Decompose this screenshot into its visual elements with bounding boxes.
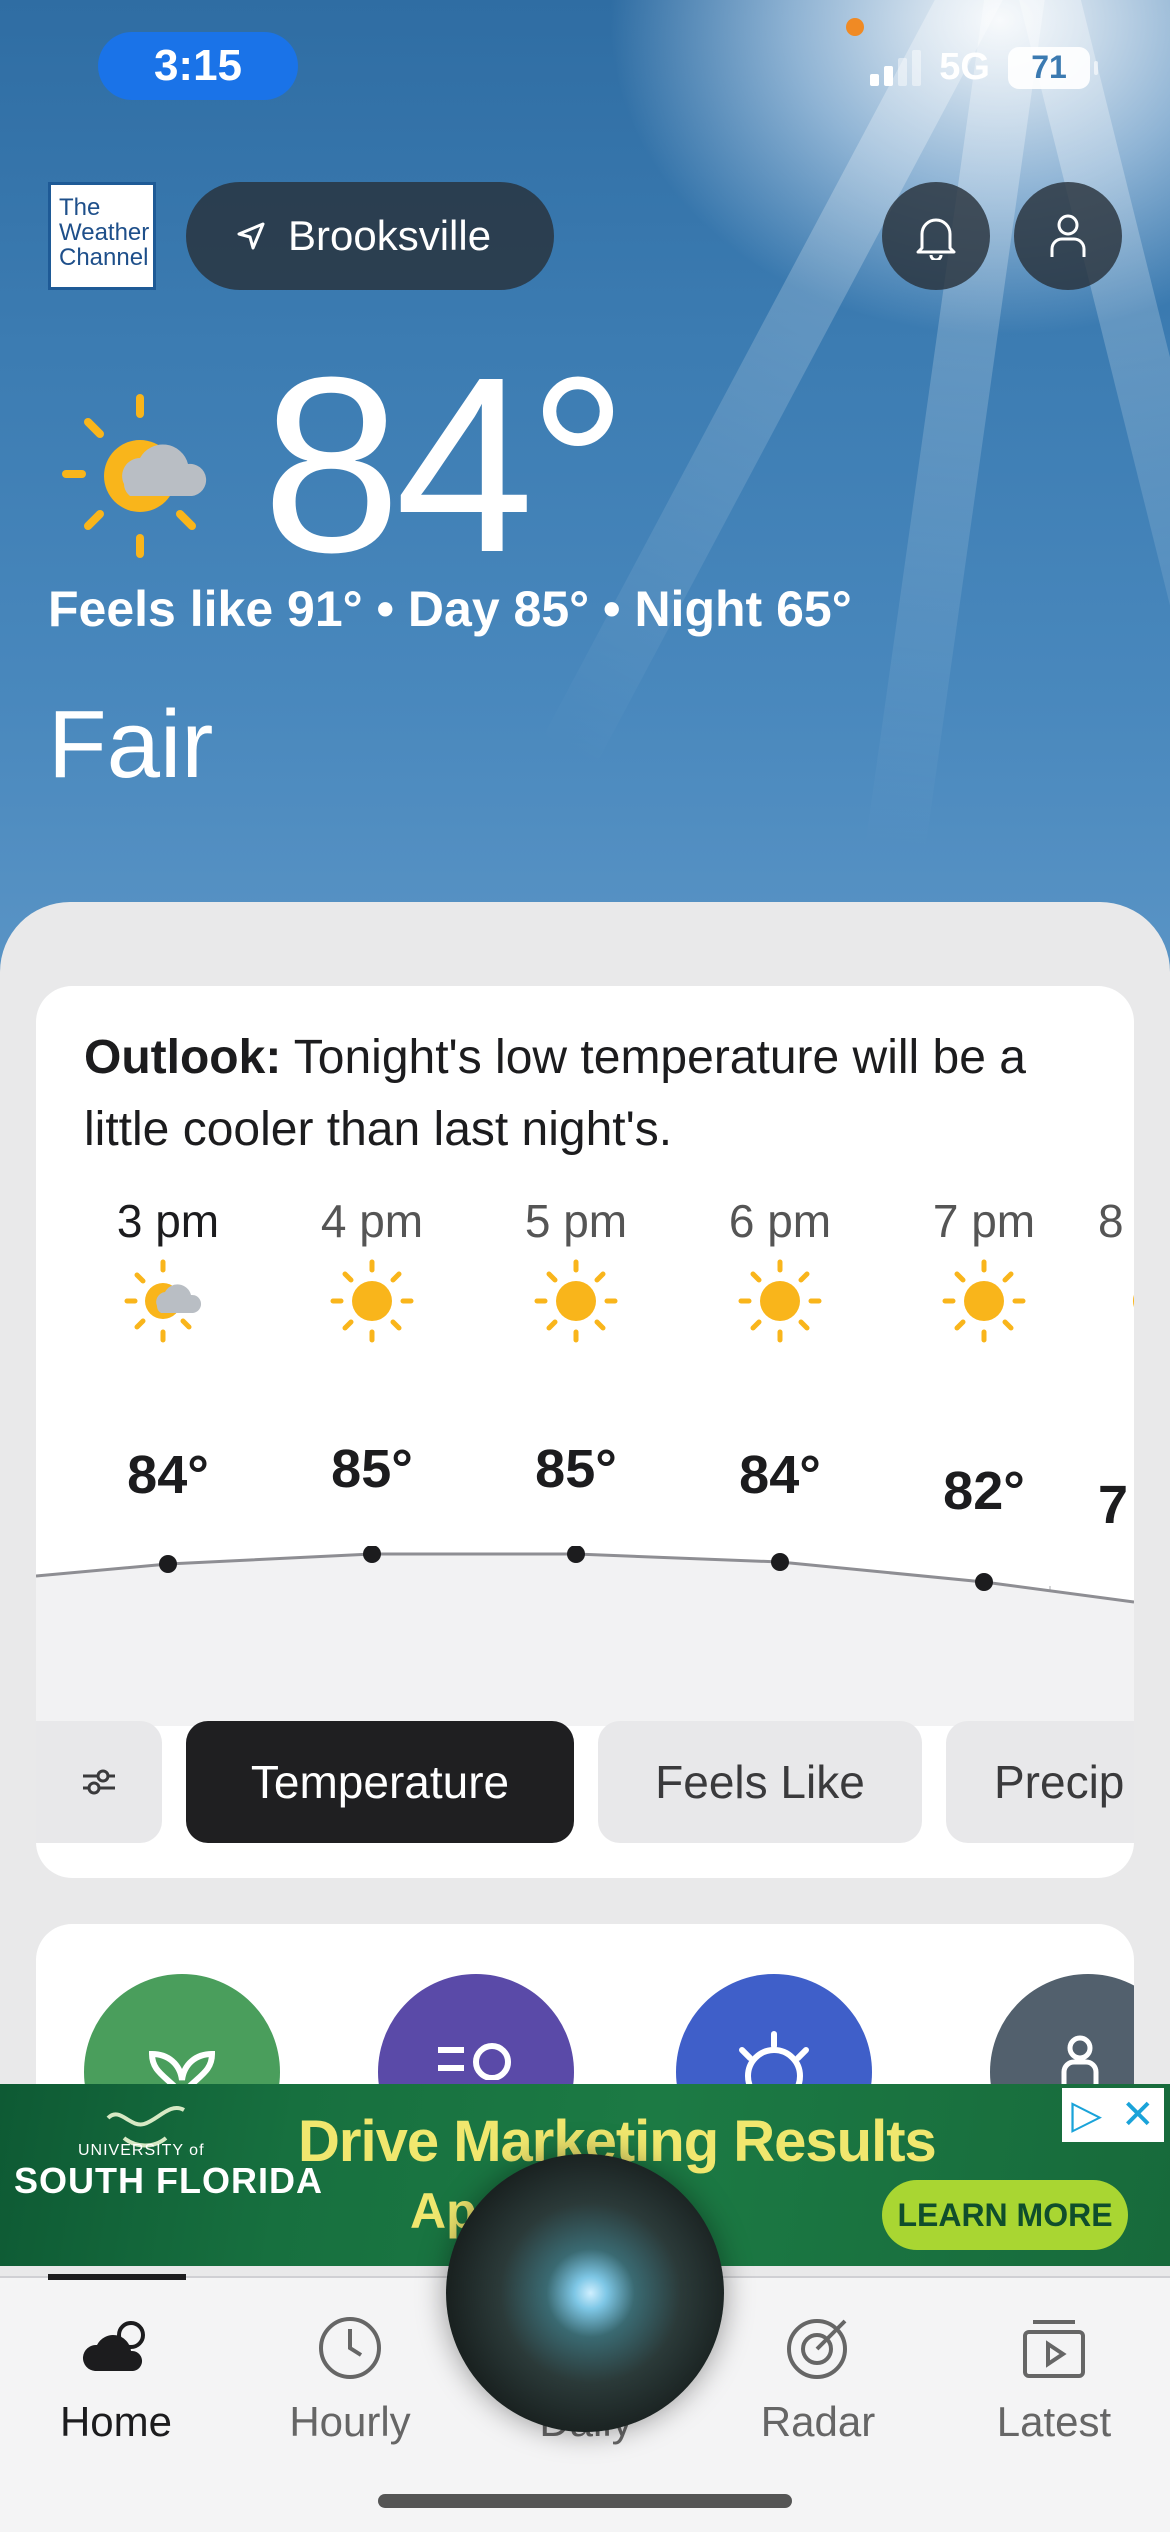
partly-sunny-icon <box>62 394 207 558</box>
adchoices-icon[interactable]: ▷ <box>1071 2092 1102 2138</box>
chip-feels-like[interactable]: Feels Like <box>598 1721 922 1843</box>
tab-home[interactable]: Home <box>16 2298 216 2446</box>
ad-learn-more-button[interactable]: LEARN MORE <box>882 2180 1128 2250</box>
chip-temperature[interactable]: Temperature <box>186 1721 574 1843</box>
profile-icon <box>1050 214 1086 257</box>
hour-temp: 7 <box>1098 1475 1129 1535</box>
tab-label: Home <box>59 2398 173 2445</box>
hour-label: 3 pm <box>116 1195 220 1247</box>
usf-wordmark: UNIVERSITY of SOUTH FLORIDA <box>14 2142 323 2202</box>
siri-orb[interactable] <box>446 2154 724 2432</box>
hour-column[interactable]: 7 pm <box>894 1194 1074 1351</box>
person-icon <box>1061 2035 1099 2084</box>
hour-column[interactable]: 4 pm <box>282 1194 462 1351</box>
close-icon[interactable]: ✕ <box>1121 2092 1155 2138</box>
sun-icon <box>738 1259 822 1343</box>
location-name: Brooksville <box>288 212 492 259</box>
partly-sunny-icon <box>124 1259 202 1343</box>
ad-controls[interactable]: ▷ ✕ <box>1062 2088 1164 2142</box>
battery-icon: 71 <box>1008 46 1098 89</box>
hour-label: 5 pm <box>524 1195 628 1247</box>
trend-point <box>159 1555 177 1573</box>
logo-line: The <box>59 194 101 221</box>
trend-point <box>975 1573 993 1591</box>
chart-settings-button[interactable] <box>36 1721 162 1843</box>
video-icon <box>1023 2320 1085 2378</box>
outlook-label: Outlook: <box>84 1031 282 1084</box>
chart-mode-chips[interactable]: Temperature Feels Like Precip <box>36 1721 1134 1851</box>
sun-icon <box>534 1259 618 1343</box>
hour-temp: 84° <box>739 1445 821 1505</box>
privacy-indicator <box>846 18 864 36</box>
hour-column[interactable]: 8 <box>1098 1194 1134 1351</box>
tab-label: Radar <box>760 2398 876 2445</box>
hour-column[interactable]: 3 pm <box>78 1194 258 1351</box>
signal-icon <box>870 49 922 86</box>
feels-like-summary: Feels like 91° • Day 85° • Night 65° <box>48 581 852 637</box>
home-indicator[interactable] <box>378 2494 792 2508</box>
battery-level: 71 <box>1031 49 1067 85</box>
location-button[interactable]: Brooksville <box>186 182 554 290</box>
hour-label: 7 pm <box>932 1195 1036 1247</box>
tab-latest[interactable]: Latest <box>954 2298 1154 2446</box>
tab-label: Latest <box>996 2398 1112 2445</box>
hour-column[interactable]: 5 pm <box>486 1194 666 1351</box>
logo-line: Weather <box>59 219 150 246</box>
sun-icon <box>1133 1294 1134 1308</box>
hour-label: 6 pm <box>728 1195 832 1247</box>
health-activity-icon <box>438 2043 511 2080</box>
outlook-text: Outlook: Tonight's low temperature will … <box>84 1022 1094 1166</box>
tab-hourly[interactable]: Hourly <box>250 2298 450 2446</box>
sun-icon <box>330 1259 414 1343</box>
hour-temp: 85° <box>331 1439 413 1499</box>
cloud-icon <box>82 2321 145 2371</box>
sun-icon <box>942 1259 1026 1343</box>
current-temperature: 84° <box>262 325 628 604</box>
current-condition: Fair <box>48 691 214 798</box>
bell-icon <box>916 218 956 260</box>
hour-temp: 84° <box>127 1445 209 1505</box>
hour-column[interactable]: 6 pm <box>690 1194 870 1351</box>
tab-label: Hourly <box>289 2398 411 2445</box>
hour-label: 8 <box>1098 1195 1124 1247</box>
clock-icon <box>319 2317 381 2379</box>
hourly-forecast-card[interactable]: Outlook: Tonight's low temperature will … <box>36 986 1134 1878</box>
profile-button[interactable] <box>1014 182 1122 290</box>
sliders-icon <box>83 1769 115 1795</box>
status-indicators: 5G 71 <box>870 46 1098 89</box>
trend-point <box>771 1553 789 1571</box>
hour-temp: 85° <box>535 1439 617 1499</box>
status-time[interactable]: 3:15 <box>98 32 298 100</box>
usf-name: SOUTH FLORIDA <box>14 2160 323 2201</box>
weather-channel-logo[interactable]: The Weather Channel <box>48 182 156 290</box>
chip-precip[interactable]: Precip <box>946 1721 1134 1843</box>
tab-radar[interactable]: Radar <box>718 2298 918 2446</box>
active-tab-indicator <box>48 2274 186 2280</box>
hour-temp: 82° <box>943 1461 1025 1521</box>
usf-university-of: UNIVERSITY of <box>78 2142 205 2159</box>
network-label: 5G <box>939 46 990 88</box>
notifications-button[interactable] <box>882 182 990 290</box>
temperature-trend-chart <box>36 1546 1134 1726</box>
location-arrow-icon <box>237 222 265 250</box>
hour-label: 4 pm <box>320 1195 424 1247</box>
virus-icon <box>739 2031 809 2090</box>
radar-icon <box>787 2319 847 2379</box>
logo-line: Channel <box>59 244 149 271</box>
